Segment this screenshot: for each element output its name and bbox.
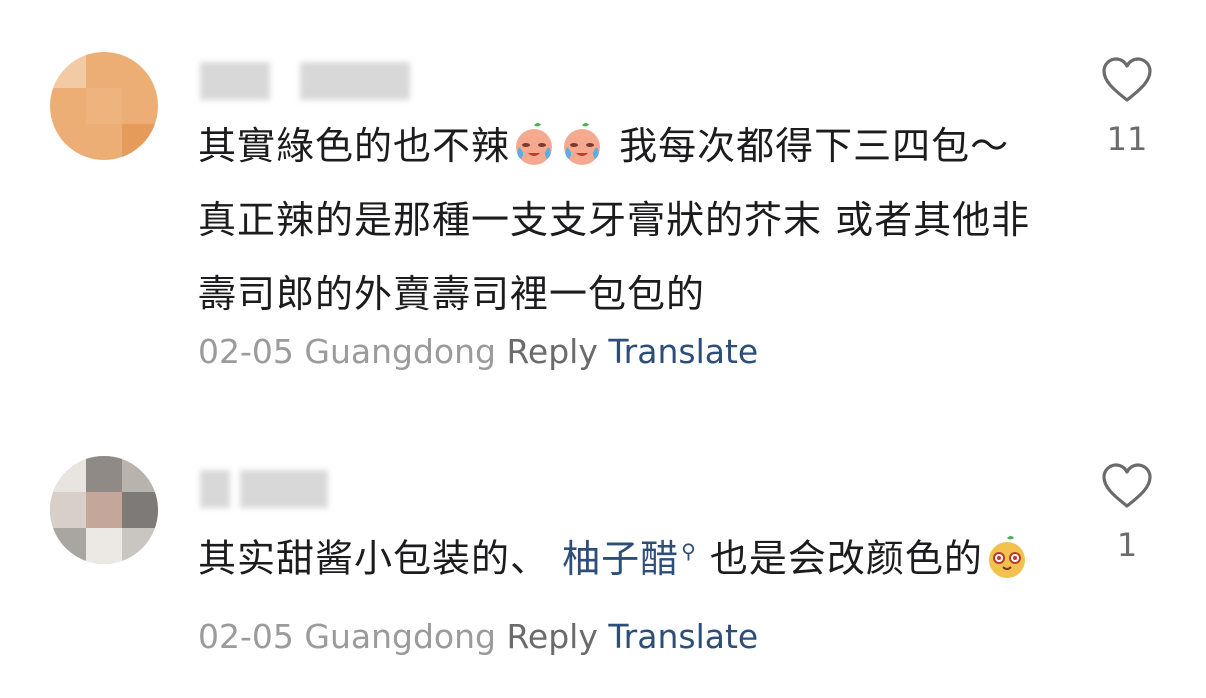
comment-date: 02-05 xyxy=(198,332,294,371)
comment-date: 02-05 xyxy=(198,616,294,656)
comment-meta: 02-05 Guangdong Reply Translate xyxy=(198,315,1038,389)
comment-text: 其实甜酱小包装的、 柚子醋 ⚲ 也是会改颜色的 02-05 Guangdong R… xyxy=(198,514,1038,674)
heart-icon xyxy=(1102,463,1152,508)
like-count: 1 xyxy=(1116,526,1138,564)
comment-text-part: 其實綠色的也不辣 xyxy=(198,124,511,168)
comment-text-part: 其实甜酱小包装的、 xyxy=(198,536,563,581)
blushing-peach-emoji xyxy=(988,535,1025,578)
search-link[interactable]: 柚子醋 ⚲ xyxy=(562,537,697,581)
comment-meta: 02-05 Guangdong Reply Translate xyxy=(198,617,758,656)
comment-location: Guangdong xyxy=(304,616,496,656)
translate-button[interactable]: Translate xyxy=(608,332,758,371)
comment-text-part: 也是会改颜色的 xyxy=(696,536,983,581)
like-button[interactable]: 11 xyxy=(1096,56,1158,158)
like-count: 11 xyxy=(1106,120,1148,158)
avatar[interactable] xyxy=(50,52,158,160)
search-icon: ⚲ xyxy=(681,539,697,563)
comment-text: 其實綠色的也不辣 我每次都得下三四包～真正辣的是那種一支支牙膏狀的芥末 或者其他… xyxy=(198,109,1038,331)
reply-button[interactable]: Reply xyxy=(506,332,597,371)
crying-peach-emoji xyxy=(516,123,553,165)
comment-location: Guangdong xyxy=(304,332,496,371)
reply-button[interactable]: Reply xyxy=(506,617,597,656)
translate-button[interactable]: Translate xyxy=(608,617,758,656)
crying-peach-emoji xyxy=(564,123,601,165)
avatar[interactable] xyxy=(50,456,158,564)
like-button[interactable]: 1 xyxy=(1096,462,1158,564)
heart-icon xyxy=(1102,57,1152,102)
search-link-text: 柚子醋 xyxy=(562,536,680,581)
